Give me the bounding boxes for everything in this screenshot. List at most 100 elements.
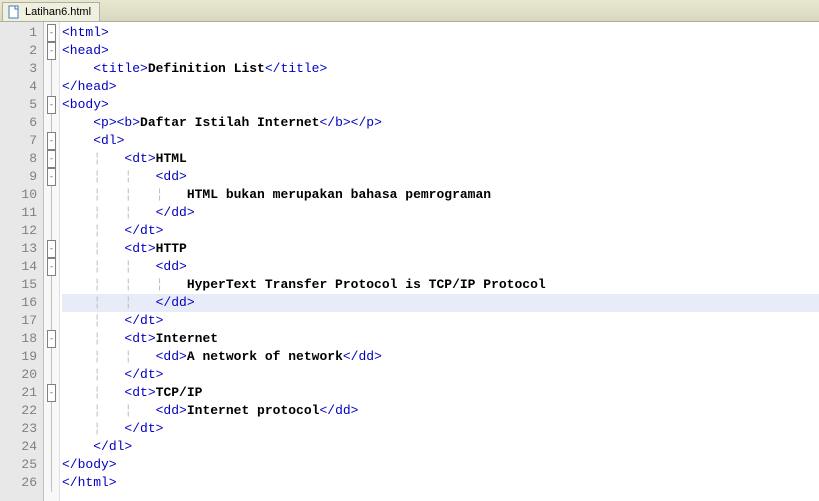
code-editor[interactable]: 1234567891011121314151617181920212223242…	[0, 22, 819, 501]
indent-guide	[62, 61, 93, 76]
line-number: 3	[0, 60, 43, 78]
code-line[interactable]: </body>	[62, 456, 819, 474]
code-line[interactable]: </html>	[62, 474, 819, 492]
fold-toggle-icon[interactable]: -	[44, 330, 59, 348]
code-line[interactable]: <head>	[62, 42, 819, 60]
fold-toggle-icon[interactable]: -	[44, 132, 59, 150]
code-text: Internet protocol	[187, 403, 320, 418]
code-tag: </dt>	[124, 421, 163, 436]
fold-toggle-icon[interactable]: -	[44, 258, 59, 276]
code-line[interactable]: ¦ <dt>HTML	[62, 150, 819, 168]
code-line[interactable]: ¦ <dt>HTTP	[62, 240, 819, 258]
code-line[interactable]: ¦ ¦ ¦ HTML bukan merupakan bahasa pemrog…	[62, 186, 819, 204]
code-line[interactable]: ¦ ¦ <dd>A network of network</dd>	[62, 348, 819, 366]
line-number: 2	[0, 42, 43, 60]
code-line[interactable]: ¦ ¦ <dd>	[62, 168, 819, 186]
code-line[interactable]: ¦ <dt>Internet	[62, 330, 819, 348]
indent-guide: ¦ ¦	[62, 403, 156, 418]
fold-toggle-icon[interactable]: -	[44, 240, 59, 258]
fold-guide	[44, 276, 59, 294]
line-number: 6	[0, 114, 43, 132]
fold-guide	[44, 186, 59, 204]
line-number: 10	[0, 186, 43, 204]
code-line[interactable]: ¦ <dt>TCP/IP	[62, 384, 819, 402]
fold-guide	[44, 456, 59, 474]
code-text: HTML	[156, 151, 187, 166]
code-text: Definition List	[148, 61, 265, 76]
line-number: 9	[0, 168, 43, 186]
fold-guide	[44, 438, 59, 456]
line-number: 1	[0, 24, 43, 42]
code-line[interactable]: ¦ ¦ <dd>	[62, 258, 819, 276]
code-tag: </dd>	[156, 295, 195, 310]
fold-toggle-icon[interactable]: -	[44, 42, 59, 60]
code-line[interactable]: </head>	[62, 78, 819, 96]
line-number: 22	[0, 402, 43, 420]
fold-guide	[44, 420, 59, 438]
code-tag: </title>	[265, 61, 327, 76]
code-tag: <dd>	[156, 403, 187, 418]
code-line[interactable]: <p><b>Daftar Istilah Internet</b></p>	[62, 114, 819, 132]
code-line[interactable]: <body>	[62, 96, 819, 114]
indent-guide: ¦ ¦ ¦	[62, 187, 187, 202]
line-number: 8	[0, 150, 43, 168]
line-number: 21	[0, 384, 43, 402]
fold-toggle-icon[interactable]: -	[44, 150, 59, 168]
indent-guide	[62, 115, 93, 130]
line-number: 19	[0, 348, 43, 366]
code-line[interactable]: ¦ </dt>	[62, 420, 819, 438]
code-text: Daftar Istilah Internet	[140, 115, 319, 130]
tab-bar: Latihan6.html	[0, 0, 819, 22]
code-line[interactable]: ¦ ¦ </dd>	[62, 294, 819, 312]
line-number: 5	[0, 96, 43, 114]
indent-guide: ¦ ¦	[62, 205, 156, 220]
line-number: 25	[0, 456, 43, 474]
code-line[interactable]: ¦ </dt>	[62, 222, 819, 240]
code-line[interactable]: ¦ ¦ ¦ HyperText Transfer Protocol is TCP…	[62, 276, 819, 294]
code-tag: <dd>	[156, 259, 187, 274]
code-tag: </html>	[62, 475, 117, 490]
code-line[interactable]: ¦ ¦ <dd>Internet protocol</dd>	[62, 402, 819, 420]
fold-guide	[44, 204, 59, 222]
indent-guide: ¦	[62, 331, 124, 346]
code-text: Internet	[156, 331, 218, 346]
indent-guide	[62, 439, 93, 454]
code-tag: </dl>	[93, 439, 132, 454]
line-number: 20	[0, 366, 43, 384]
indent-guide: ¦	[62, 223, 124, 238]
code-tag: <dd>	[156, 169, 187, 184]
code-tag: <head>	[62, 43, 109, 58]
line-number: 7	[0, 132, 43, 150]
code-line[interactable]: ¦ </dt>	[62, 366, 819, 384]
code-area[interactable]: <html><head> <title>Definition List</tit…	[60, 22, 819, 501]
code-tag: </dd>	[343, 349, 382, 364]
fold-guide	[44, 60, 59, 78]
line-number: 12	[0, 222, 43, 240]
code-line[interactable]: <title>Definition List</title>	[62, 60, 819, 78]
code-tag: <title>	[93, 61, 148, 76]
fold-toggle-icon[interactable]: -	[44, 24, 59, 42]
code-line[interactable]: <html>	[62, 24, 819, 42]
code-tag: </dt>	[124, 367, 163, 382]
fold-guide	[44, 348, 59, 366]
file-tab[interactable]: Latihan6.html	[2, 2, 100, 21]
code-tag: </b></p>	[319, 115, 381, 130]
code-line[interactable]: <dl>	[62, 132, 819, 150]
indent-guide: ¦	[62, 385, 124, 400]
line-number: 4	[0, 78, 43, 96]
line-number: 13	[0, 240, 43, 258]
line-number: 11	[0, 204, 43, 222]
code-line[interactable]: </dl>	[62, 438, 819, 456]
code-line[interactable]: ¦ </dt>	[62, 312, 819, 330]
fold-toggle-icon[interactable]: -	[44, 384, 59, 402]
code-text: HTML bukan merupakan bahasa pemrograman	[187, 187, 491, 202]
fold-guide	[44, 114, 59, 132]
indent-guide	[62, 133, 93, 148]
code-text: A network of network	[187, 349, 343, 364]
fold-guide	[44, 402, 59, 420]
code-tag: <dt>	[124, 151, 155, 166]
fold-toggle-icon[interactable]: -	[44, 168, 59, 186]
fold-toggle-icon[interactable]: -	[44, 96, 59, 114]
indent-guide: ¦	[62, 151, 124, 166]
code-line[interactable]: ¦ ¦ </dd>	[62, 204, 819, 222]
